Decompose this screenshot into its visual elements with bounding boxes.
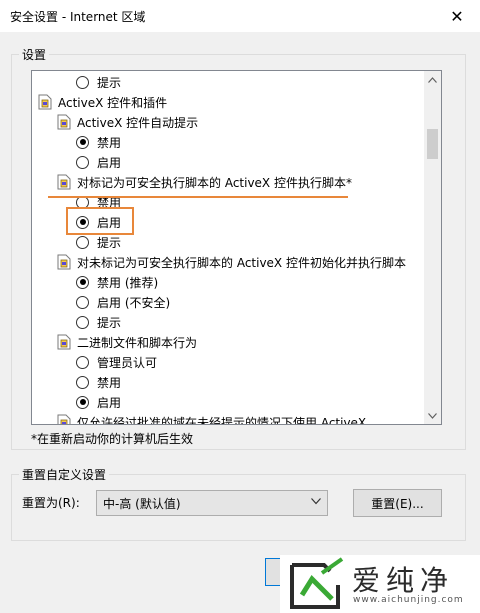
watermark-brand: 爱纯净 <box>352 564 455 597</box>
tree-item-label: 管理员认可 <box>97 355 158 370</box>
watermark-url: www.aichunjing.com <box>353 595 464 605</box>
settings-tree[interactable]: 提示 ActiveX 控件和插件 ActiveX 控件自动提示 禁用 启用 对标记为可安全… <box>31 70 442 425</box>
radio-unselected[interactable] <box>76 75 89 89</box>
settings-page-icon <box>57 174 71 190</box>
tree-item-label: 仅允许经过批准的域在未经提示的情况下使用 ActiveX <box>77 415 367 425</box>
tree-item-label: 二进制文件和脚本行为 <box>77 335 198 350</box>
settings-page-icon <box>57 414 71 424</box>
reset-to-label: 重置为(R): <box>22 496 80 510</box>
tree-option-item[interactable]: 禁用 <box>76 132 121 152</box>
restart-note: *在重新启动你的计算机后生效 <box>31 432 194 446</box>
chevron-down-icon <box>428 412 437 419</box>
tree-group-item[interactable]: 对标记为可安全执行脚本的 ActiveX 控件执行脚本* <box>57 172 352 192</box>
close-icon: ✕ <box>450 6 464 26</box>
tree-item-label: 启用 <box>97 155 122 170</box>
tree-option-item[interactable]: 提示 <box>76 72 121 92</box>
watermark: 爱纯净 www.aichunjing.com <box>280 555 480 613</box>
settings-group-label: 设置 <box>19 46 50 63</box>
radio-unselected[interactable] <box>76 295 89 309</box>
reset-level-select[interactable]: 中-高 (默认值) <box>96 490 328 516</box>
settings-page-icon <box>57 334 71 350</box>
tree-group-item[interactable]: ActiveX 控件自动提示 <box>57 112 198 132</box>
window-title: 安全设置 - Internet 区域 <box>10 10 146 24</box>
chevron-down-icon <box>311 498 321 505</box>
settings-page-icon <box>38 94 52 110</box>
tree-item-label: 提示 <box>97 315 122 330</box>
tree-item-label: 禁用 <box>97 135 122 150</box>
radio-unselected[interactable] <box>76 315 89 329</box>
vertical-scrollbar[interactable] <box>424 71 441 424</box>
scrollbar-thumb[interactable] <box>427 129 438 159</box>
tree-option-item[interactable]: 管理员认可 <box>76 352 157 372</box>
tree-group-item[interactable]: 仅允许经过批准的域在未经提示的情况下使用 ActiveX <box>57 412 367 425</box>
annotation-box <box>66 207 134 235</box>
chevron-up-icon <box>428 76 437 83</box>
tree-group-item[interactable]: ActiveX 控件和插件 <box>38 92 167 112</box>
radio-unselected[interactable] <box>76 355 89 369</box>
settings-page-icon <box>57 254 71 270</box>
radio-selected[interactable] <box>76 135 89 149</box>
tree-item-label: 启用 <box>97 395 122 410</box>
tree-option-item[interactable]: 禁用 (推荐) <box>76 272 158 292</box>
radio-selected[interactable] <box>76 275 89 289</box>
tree-item-label: 提示 <box>97 75 122 90</box>
tree-item-label: 对未标记为可安全执行脚本的 ActiveX 控件初始化并执行脚本 <box>77 255 406 270</box>
reset-button[interactable]: 重置(E)... <box>353 489 442 517</box>
tree-option-item[interactable]: 提示 <box>76 232 121 252</box>
tree-item-label: 禁用 (推荐) <box>97 275 159 290</box>
reset-group-label: 重置自定义设置 <box>19 466 110 483</box>
settings-page-icon <box>57 114 71 130</box>
close-button[interactable]: ✕ <box>434 0 480 32</box>
tree-item-label: ActiveX 控件和插件 <box>58 95 168 110</box>
tree-option-item[interactable]: 启用 <box>76 392 121 412</box>
tree-item-label: 启用 (不安全) <box>97 295 171 310</box>
radio-unselected[interactable] <box>76 235 89 249</box>
radio-selected[interactable] <box>76 395 89 409</box>
tree-option-item[interactable]: 提示 <box>76 312 121 332</box>
radio-unselected[interactable] <box>76 375 89 389</box>
tree-group-item[interactable]: 对未标记为可安全执行脚本的 ActiveX 控件初始化并执行脚本 <box>57 252 406 272</box>
annotation-underline <box>48 196 348 198</box>
tree-item-label: 禁用 <box>97 375 122 390</box>
tree-option-item[interactable]: 禁用 <box>76 372 121 392</box>
scroll-up-button[interactable] <box>424 71 441 88</box>
tree-option-item[interactable]: 启用 <box>76 152 121 172</box>
title-bar: 安全设置 - Internet 区域 ✕ <box>0 0 480 32</box>
scroll-down-button[interactable] <box>424 407 441 424</box>
reset-level-value: 中-高 (默认值) <box>103 496 181 511</box>
radio-unselected[interactable] <box>76 155 89 169</box>
tree-option-item[interactable]: 启用 (不安全) <box>76 292 170 312</box>
tree-item-label: 对标记为可安全执行脚本的 ActiveX 控件执行脚本* <box>77 175 352 190</box>
tree-item-label: 提示 <box>97 235 122 250</box>
tree-item-label: ActiveX 控件自动提示 <box>77 115 199 130</box>
tree-group-item[interactable]: 二进制文件和脚本行为 <box>57 332 197 352</box>
brand-logo-icon <box>290 557 344 609</box>
